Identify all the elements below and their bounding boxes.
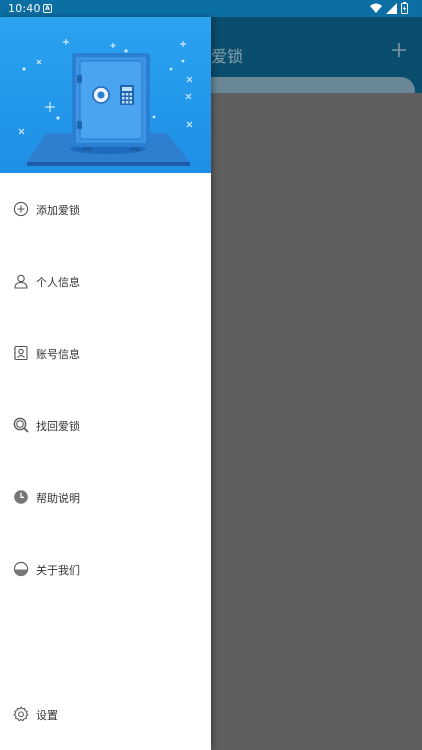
drawer-item-label: 个人信息 xyxy=(36,276,80,289)
drawer-item-find-lock[interactable]: 找回爱锁 xyxy=(0,408,211,444)
drawer-item-personal-info[interactable]: 个人信息 xyxy=(0,264,211,300)
drawer-item-settings[interactable]: 设置 xyxy=(0,697,211,733)
drawer-header xyxy=(0,17,211,173)
app-title: 爱锁 xyxy=(211,47,244,66)
drawer-item-about-us[interactable]: 关于我们 xyxy=(0,552,211,588)
drawer-item-account-info[interactable]: 账号信息 xyxy=(0,336,211,372)
drawer-item-label: 账号信息 xyxy=(36,348,80,361)
person-icon xyxy=(13,273,29,289)
contact-card-icon xyxy=(13,345,29,361)
search-icon xyxy=(13,417,29,433)
wifi-icon xyxy=(370,3,382,13)
gear-icon xyxy=(13,706,29,722)
drawer-item-label: 添加爱锁 xyxy=(36,204,80,217)
status-icons xyxy=(370,2,408,14)
drawer-item-label: 帮助说明 xyxy=(36,492,80,505)
half-circle-icon xyxy=(13,561,29,577)
status-bar: 10:40 A xyxy=(0,0,422,17)
drawer-item-label: 设置 xyxy=(36,709,58,722)
drawer-item-add-lock[interactable]: 添加爱锁 xyxy=(0,192,211,228)
notification-icon: A xyxy=(43,4,52,13)
navigation-drawer: 添加爱锁 个人信息 账号信息 找回爱锁 帮助说明 关于我们 设置 xyxy=(0,17,211,750)
safe-illustration xyxy=(18,39,193,166)
battery-icon xyxy=(401,2,408,14)
drawer-item-label: 找回爱锁 xyxy=(36,420,80,433)
add-circle-icon xyxy=(13,201,29,217)
drawer-item-label: 关于我们 xyxy=(36,564,80,577)
drawer-item-help[interactable]: 帮助说明 xyxy=(0,480,211,516)
plus-icon[interactable] xyxy=(390,41,408,59)
signal-icon xyxy=(386,2,397,14)
status-time: 10:40 xyxy=(8,2,41,15)
clock-icon xyxy=(13,489,29,505)
